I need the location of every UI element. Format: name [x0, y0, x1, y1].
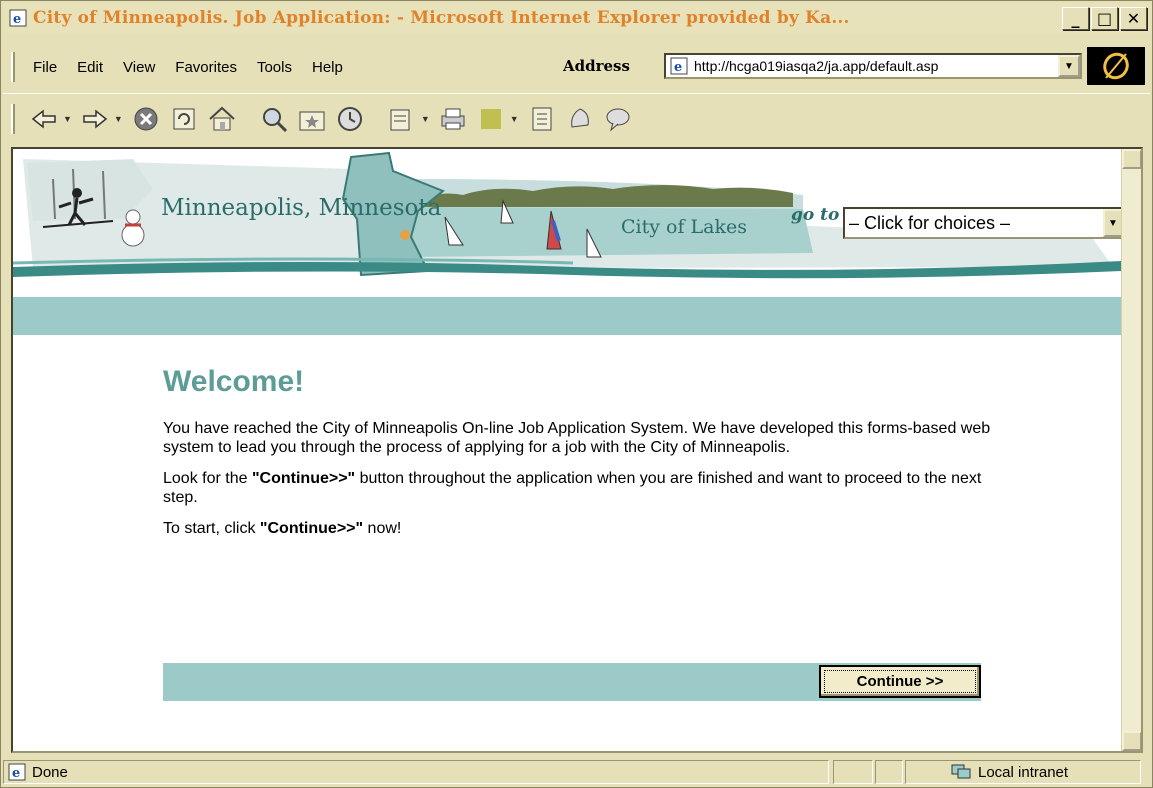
ie-logo-icon[interactable]: e	[7, 7, 29, 29]
search-icon[interactable]	[259, 104, 289, 134]
continue-mention: "Continue>>"	[251, 470, 356, 487]
intranet-icon	[951, 764, 971, 779]
teal-divider	[13, 297, 1121, 335]
mail-icon[interactable]	[387, 104, 417, 134]
scroll-down-button[interactable]	[1122, 731, 1141, 751]
chevron-down-icon[interactable]: ▼	[1103, 209, 1123, 237]
goto-select[interactable]: – Click for choices – ▼	[843, 207, 1125, 239]
address-label: Address	[563, 57, 630, 75]
minimize-button[interactable]: _	[1062, 7, 1089, 30]
page-content: Minneapolis, Minnesota City of Lakes go …	[11, 147, 1143, 753]
banner-city-text: Minneapolis, Minnesota	[161, 195, 442, 221]
menu-bar: File Edit View Favorites Tools Help Addr…	[3, 45, 1150, 89]
edit-dropdown-icon[interactable]: ▼	[510, 114, 519, 124]
city-banner: Minneapolis, Minnesota City of Lakes go …	[13, 149, 1125, 295]
start-paragraph: To start, click "Continue>>" now!	[163, 520, 402, 537]
status-bar: e Done Local intranet	[3, 757, 1150, 787]
favorites-icon[interactable]	[297, 104, 327, 134]
svg-text:e: e	[674, 60, 682, 75]
status-cell-empty	[833, 760, 873, 784]
instruction-paragraph: Look for the "Continue>>" button through…	[163, 470, 982, 506]
research-icon[interactable]	[565, 104, 595, 134]
vertical-scrollbar[interactable]	[1121, 149, 1141, 751]
menu-tools[interactable]: Tools	[257, 59, 292, 76]
address-url[interactable]: http://hcga019iasqa2/ja.app/default.asp	[694, 58, 938, 74]
status-text: Done	[32, 763, 68, 781]
status-text-cell: e Done	[3, 760, 829, 784]
maximize-button[interactable]: □	[1091, 7, 1118, 30]
ie-throbber-icon	[1087, 47, 1145, 85]
stop-icon[interactable]	[131, 104, 161, 134]
edit-icon[interactable]	[476, 104, 506, 134]
menu-view[interactable]: View	[123, 59, 155, 76]
title-bar: e City of Minneapolis. Job Application: …	[3, 3, 1150, 33]
forward-icon[interactable]	[80, 104, 110, 134]
menu-help[interactable]: Help	[312, 59, 343, 76]
print-icon[interactable]	[438, 104, 468, 134]
page-done-icon: e	[8, 763, 26, 781]
status-cell-empty	[875, 760, 903, 784]
back-icon[interactable]	[29, 104, 59, 134]
mail-dropdown-icon[interactable]: ▼	[421, 114, 430, 124]
status-zone-cell: Local intranet	[905, 760, 1141, 784]
menu-grip[interactable]	[11, 52, 15, 82]
zone-text: Local intranet	[978, 763, 1069, 781]
continue-button[interactable]: Continue >>	[819, 665, 981, 698]
history-icon[interactable]	[335, 104, 365, 134]
goto-select-value: – Click for choices –	[849, 212, 1011, 233]
refresh-icon[interactable]	[169, 104, 199, 134]
address-bar[interactable]: e http://hcga019iasqa2/ja.app/default.as…	[664, 53, 1082, 79]
browser-window: e City of Minneapolis. Job Application: …	[0, 0, 1153, 788]
menu-favorites[interactable]: Favorites	[175, 59, 237, 76]
scroll-up-button[interactable]	[1122, 149, 1141, 169]
toolbar: ▼ ▼ ▼ ▼	[3, 93, 1150, 143]
page-icon: e	[670, 57, 688, 75]
forward-dropdown-icon[interactable]: ▼	[114, 114, 123, 124]
goto-label: go to	[791, 205, 840, 225]
discuss-icon[interactable]	[527, 104, 557, 134]
window-controls: _ □ ✕	[1062, 7, 1147, 30]
home-icon[interactable]	[207, 104, 237, 134]
back-dropdown-icon[interactable]: ▼	[63, 114, 72, 124]
toolbar-grip[interactable]	[11, 103, 15, 134]
window-title: City of Minneapolis. Job Application: - …	[33, 8, 850, 28]
main-section: Welcome! You have reached the City of Mi…	[163, 365, 993, 550]
welcome-heading: Welcome!	[163, 365, 305, 398]
menu-file[interactable]: File	[33, 59, 57, 76]
menu-edit[interactable]: Edit	[77, 59, 103, 76]
address-dropdown-button[interactable]: ▼	[1058, 55, 1080, 77]
close-button[interactable]: ✕	[1120, 7, 1147, 30]
continue-bar: Continue >>	[163, 663, 981, 701]
svg-text:e: e	[13, 12, 21, 27]
messenger-icon[interactable]	[603, 104, 633, 134]
svg-text:e: e	[12, 766, 20, 781]
continue-mention: "Continue>>"	[259, 520, 364, 537]
banner-tagline: City of Lakes	[621, 216, 747, 238]
intro-paragraph: You have reached the City of Minneapolis…	[163, 420, 991, 456]
